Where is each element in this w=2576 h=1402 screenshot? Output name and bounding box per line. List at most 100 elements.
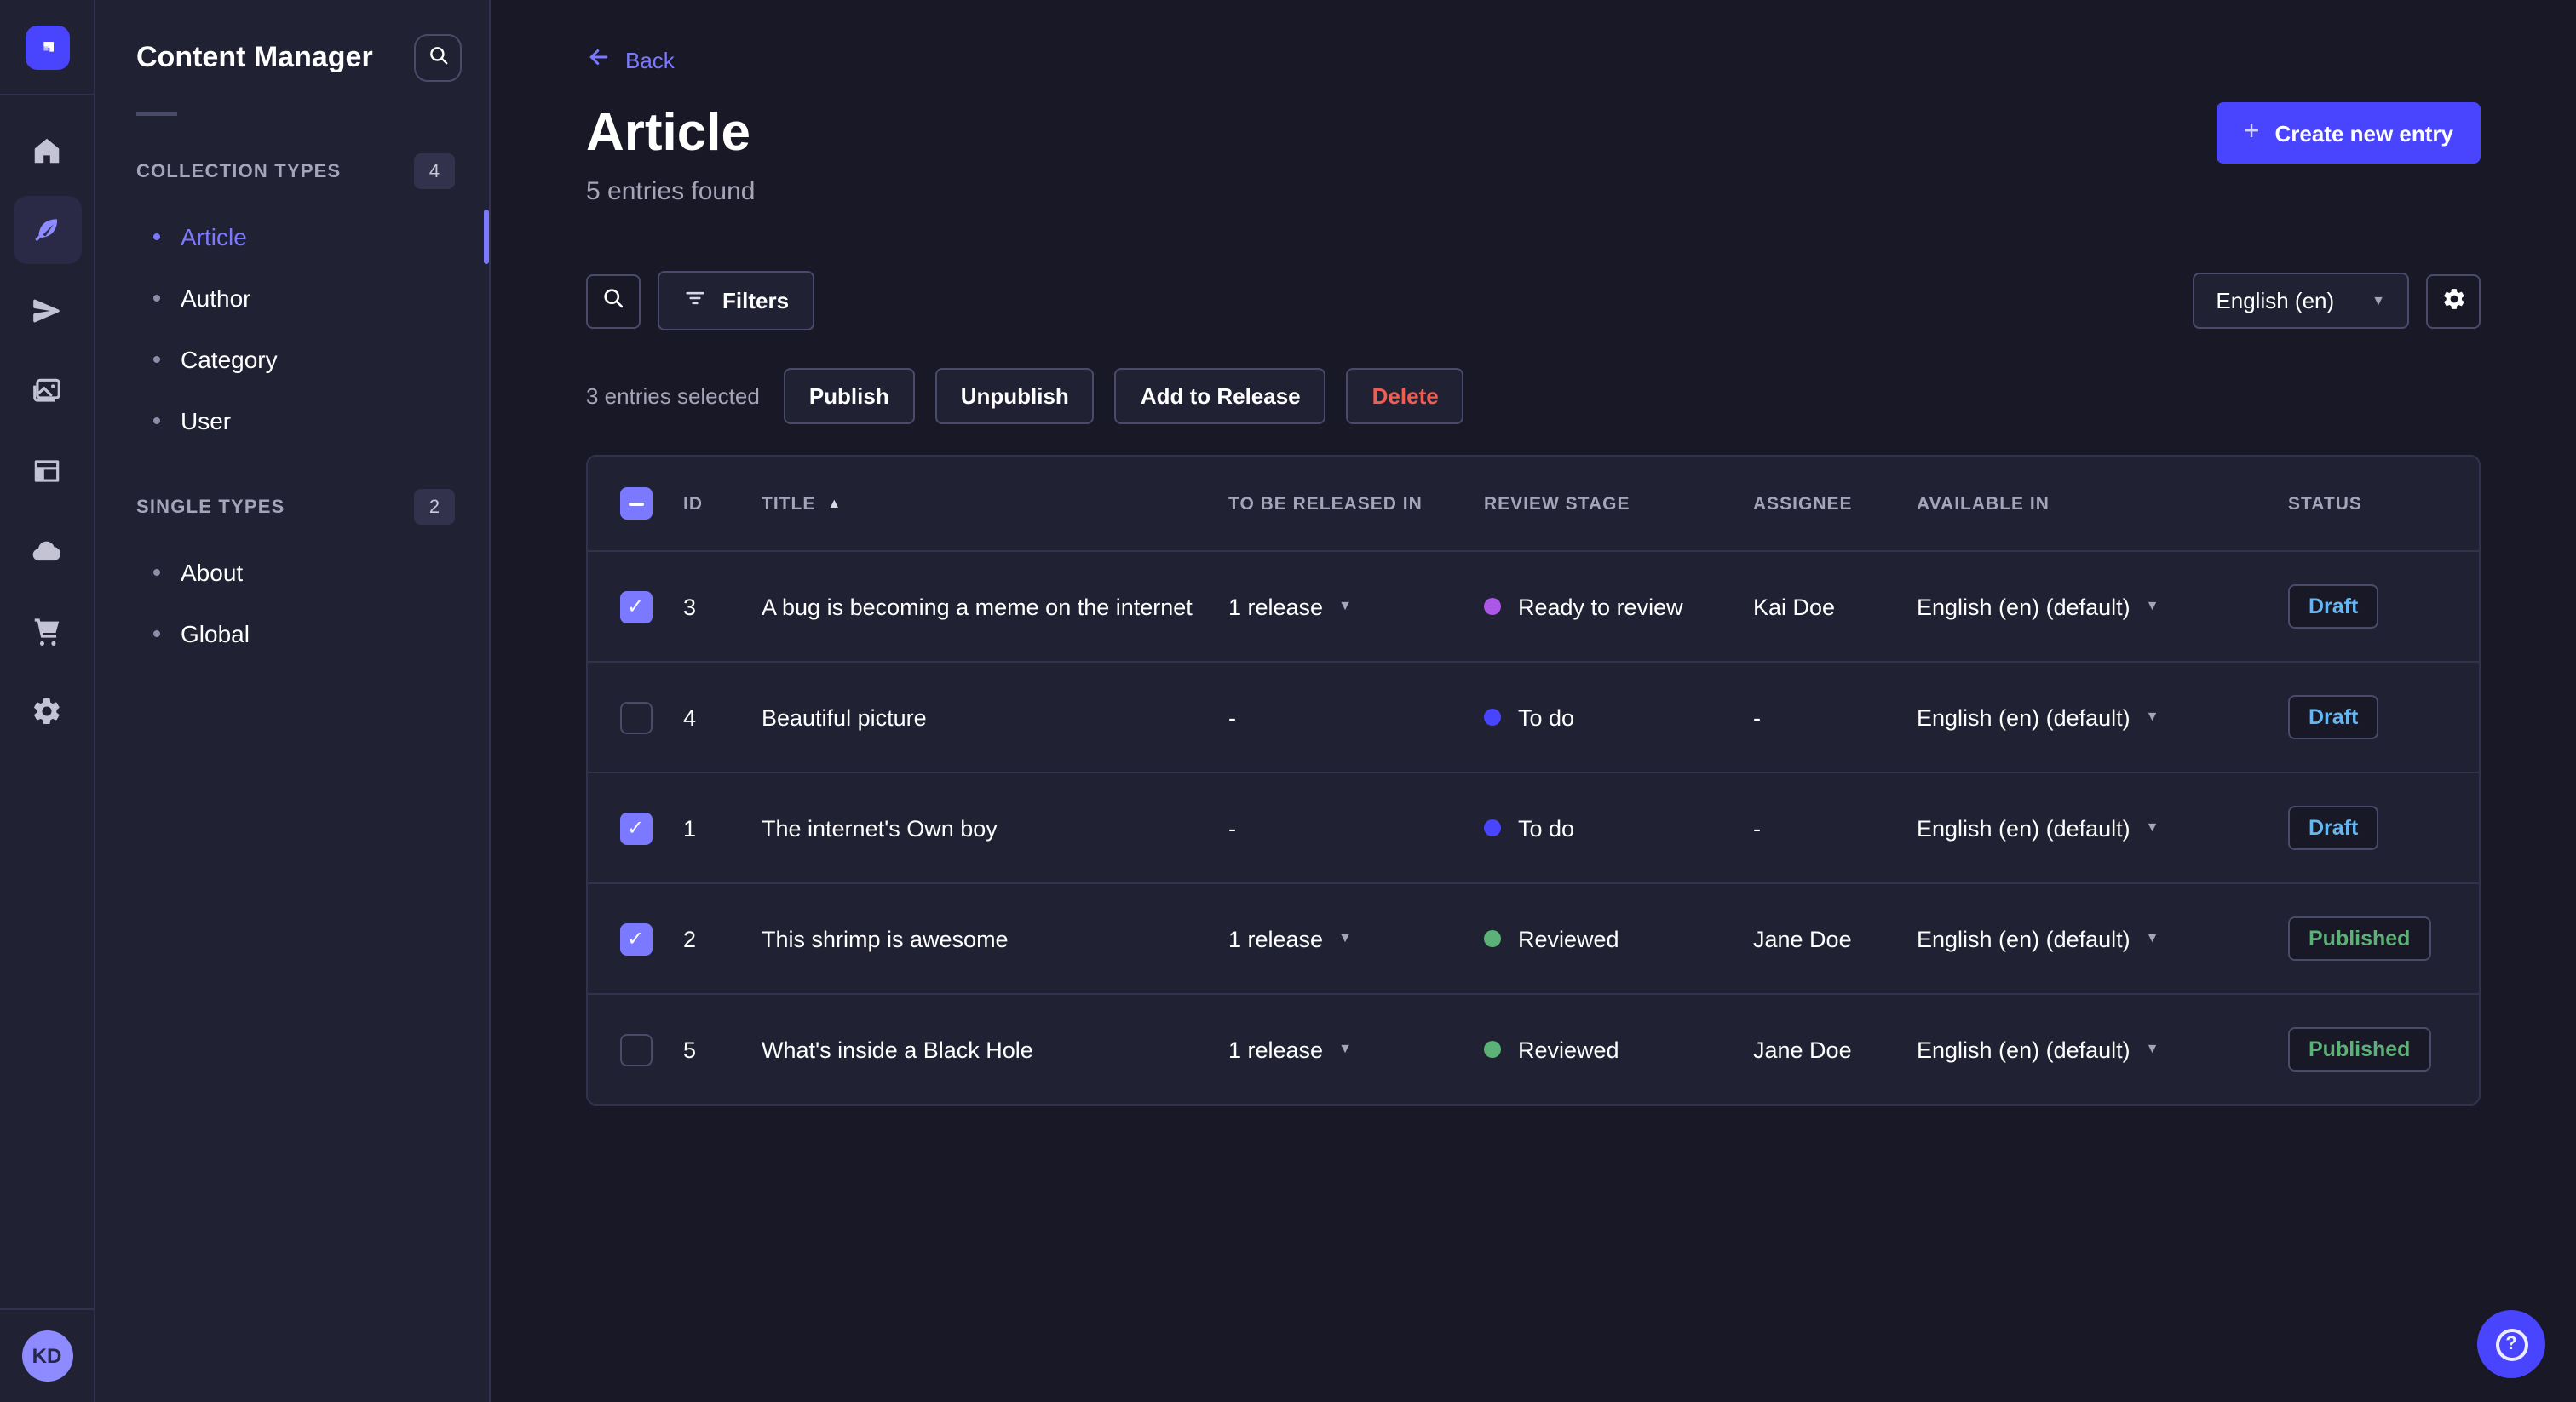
content-manager-subnav: Content Manager COLLECTION TYPES 4 Artic… (95, 0, 491, 1402)
chevron-down-icon: ▼ (2372, 292, 2385, 307)
cell-assignee: Jane Doe (1753, 1037, 1852, 1062)
publish-button[interactable]: Publish (783, 368, 915, 424)
delete-button[interactable]: Delete (1346, 368, 1464, 424)
stage-label: Ready to review (1518, 594, 1683, 619)
chevron-down-icon: ▼ (2145, 709, 2159, 724)
locale-dropdown[interactable]: English (en) (default) ▼ (1917, 704, 2288, 730)
release-dropdown[interactable]: 1 release ▼ (1228, 594, 1484, 619)
arrow-left-icon (586, 44, 612, 75)
sidebar-item-category[interactable]: Category (95, 329, 489, 390)
sidebar-item-label: User (181, 407, 232, 434)
single-types-section: SINGLE TYPES 2 About Global (95, 489, 489, 664)
locale-label: English (en) (default) (1917, 594, 2130, 619)
column-header-available-in[interactable]: AVAILABLE IN (1917, 493, 2288, 514)
status-badge: Draft (2288, 806, 2379, 850)
sidebar-item-label: Category (181, 346, 278, 373)
view-settings-button[interactable] (2426, 273, 2481, 328)
cell-id: 2 (683, 926, 697, 951)
status-badge: Published (2288, 1027, 2431, 1072)
column-header-title[interactable]: TITLE ▲ (762, 493, 1228, 514)
column-header-review-stage[interactable]: REVIEW STAGE (1484, 493, 1753, 514)
unpublish-button[interactable]: Unpublish (934, 368, 1095, 424)
cell-assignee: - (1753, 704, 1761, 730)
search-button[interactable] (586, 273, 641, 328)
stage-dot (1484, 930, 1501, 947)
locale-dropdown[interactable]: English (en) (default) ▼ (1917, 594, 2288, 619)
back-link[interactable]: Back (586, 44, 675, 75)
column-header-id[interactable]: ID (683, 493, 762, 514)
chevron-down-icon: ▼ (2145, 598, 2159, 613)
add-to-release-button[interactable]: Add to Release (1114, 368, 1326, 424)
row-checkbox[interactable]: ✓ (619, 812, 652, 844)
chevron-down-icon: ▼ (1338, 930, 1352, 945)
sidebar-item-author[interactable]: Author (95, 267, 489, 329)
app-window: KD Content Manager COLLECTION TYPES 4 Ar… (0, 0, 2576, 1402)
home-icon[interactable] (13, 116, 81, 184)
row-checkbox[interactable]: ✓ (619, 922, 652, 955)
stage-dot (1484, 819, 1501, 836)
subnav-search-button[interactable] (414, 34, 462, 82)
stage-label: Reviewed (1518, 1037, 1619, 1062)
strapi-logo-button[interactable] (0, 0, 95, 95)
section-count-badge: 2 (414, 489, 455, 525)
column-header-assignee[interactable]: ASSIGNEE (1753, 493, 1917, 514)
sidebar-item-about[interactable]: About (95, 542, 489, 603)
release-dropdown[interactable]: 1 release ▼ (1228, 926, 1484, 951)
question-mark-icon: ? (2495, 1328, 2527, 1360)
cell-title: A bug is becoming a meme on the internet (762, 594, 1193, 619)
release-dropdown[interactable]: 1 release ▼ (1228, 1037, 1484, 1062)
table-row[interactable]: ✓ 4 Beautiful picture - To do - English … (588, 661, 2479, 772)
media-library-icon[interactable] (13, 356, 81, 424)
filters-label: Filters (722, 288, 790, 313)
table-row[interactable]: ✓ 2 This shrimp is awesome 1 release ▼ Re… (588, 882, 2479, 993)
sidebar-item-global[interactable]: Global (95, 603, 489, 664)
row-checkbox[interactable]: ✓ (619, 590, 652, 623)
chevron-down-icon: ▼ (1338, 1041, 1352, 1056)
cell-title: What's inside a Black Hole (762, 1037, 1033, 1062)
locale-label: English (en) (default) (1917, 704, 2130, 730)
strapi-logo-icon (25, 25, 69, 69)
sidebar-item-label: Author (181, 284, 251, 312)
bullet-icon (153, 233, 160, 240)
section-label: COLLECTION TYPES (136, 161, 342, 181)
subnav-title: Content Manager (136, 41, 373, 73)
release-label: 1 release (1228, 926, 1324, 951)
create-new-entry-button[interactable]: + Create new entry (2216, 102, 2481, 164)
cell-title: The internet's Own boy (762, 815, 998, 841)
column-header-status[interactable]: STATUS (2288, 493, 2479, 514)
search-icon (601, 286, 625, 315)
locale-select[interactable]: English (en) ▼ (2192, 273, 2409, 329)
help-button[interactable]: ? (2477, 1310, 2545, 1378)
locale-dropdown[interactable]: English (en) (default) ▼ (1917, 815, 2288, 841)
row-checkbox[interactable]: ✓ (619, 701, 652, 733)
content-manager-feather-icon[interactable] (13, 196, 81, 264)
cell-release: - (1228, 704, 1236, 730)
marketplace-cart-icon[interactable] (13, 596, 81, 664)
deploy-cloud-icon[interactable] (13, 516, 81, 584)
user-avatar[interactable]: KD (21, 1330, 72, 1382)
cell-review-stage: To do (1484, 815, 1753, 841)
content-type-builder-icon[interactable] (13, 436, 81, 504)
select-all-checkbox[interactable]: ✓ (619, 487, 652, 520)
table-row[interactable]: ✓ 3 A bug is becoming a meme on the inte… (588, 550, 2479, 661)
locale-dropdown[interactable]: English (en) (default) ▼ (1917, 1037, 2288, 1062)
settings-gear-icon[interactable] (13, 676, 81, 744)
check-icon: ✓ (626, 595, 645, 618)
column-header-release[interactable]: TO BE RELEASED IN (1228, 493, 1484, 514)
locale-dropdown[interactable]: English (en) (default) ▼ (1917, 926, 2288, 951)
sidebar-item-user[interactable]: User (95, 390, 489, 451)
cell-review-stage: Ready to review (1484, 594, 1753, 619)
table-row[interactable]: ✓ 5 What's inside a Black Hole 1 release… (588, 993, 2479, 1104)
locale-label: English (en) (default) (1917, 926, 2130, 951)
sidebar-item-article[interactable]: Article (95, 206, 489, 267)
locale-value: English (en) (2216, 288, 2335, 313)
section-count-badge: 4 (414, 153, 455, 189)
table-row[interactable]: ✓ 1 The internet's Own boy - To do - Eng… (588, 772, 2479, 882)
locale-label: English (en) (default) (1917, 1037, 2130, 1062)
releases-send-icon[interactable] (13, 276, 81, 344)
cell-id: 3 (683, 594, 697, 619)
cell-review-stage: To do (1484, 704, 1753, 730)
cell-review-stage: Reviewed (1484, 1037, 1753, 1062)
filters-button[interactable]: Filters (658, 271, 815, 330)
row-checkbox[interactable]: ✓ (619, 1033, 652, 1066)
